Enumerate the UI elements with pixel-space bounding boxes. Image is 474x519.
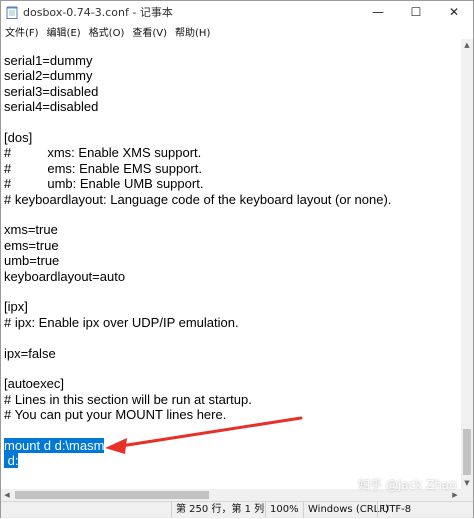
text-line: umb=true: [4, 253, 59, 268]
line-text: # ems: Enable EMS support.: [4, 160, 202, 176]
text-line: # umb: Enable UMB support.: [4, 176, 203, 191]
horizontal-scroll-thumb[interactable]: [15, 491, 209, 499]
text-line: # keyboardlayout: Language code of the k…: [4, 192, 391, 207]
menu-file[interactable]: 文件(F): [1, 24, 43, 39]
menu-help[interactable]: 帮助(H): [171, 24, 214, 39]
text-line: serial2=dummy: [4, 68, 93, 83]
text-line: keyboardlayout=auto: [4, 269, 125, 284]
line-text: serial2=dummy: [4, 68, 93, 84]
menu-view[interactable]: 查看(V): [128, 24, 171, 39]
scroll-left-icon[interactable]: ◀: [1, 489, 13, 501]
cursor-position: 第 250 行，第 1 列: [171, 502, 264, 518]
text-line: [ipx]: [4, 299, 28, 314]
maximize-icon: ☐: [410, 5, 422, 19]
menu-bar: 文件(F) 编辑(E) 格式(O) 查看(V) 帮助(H): [1, 23, 473, 39]
line-text: # You can put your MOUNT lines here.: [4, 407, 227, 423]
minimize-button[interactable]: —: [359, 1, 397, 23]
scroll-down-icon[interactable]: ▼: [461, 477, 473, 489]
close-button[interactable]: ✕: [435, 1, 473, 23]
line-text: # xms: Enable XMS support.: [4, 145, 202, 161]
vertical-scrollbar[interactable]: ▲ ▼: [461, 39, 473, 489]
line-text: ipx=false: [4, 345, 56, 361]
text-line: # Lines in this section will be run at s…: [4, 392, 252, 407]
scrollbar-corner: [461, 489, 473, 501]
text-line: serial4=disabled: [4, 99, 98, 114]
menu-format[interactable]: 格式(O): [85, 24, 129, 39]
selected-text: mount d d:\masm: [4, 438, 105, 453]
text-line: [dos]: [4, 130, 32, 145]
zoom-level: 100%: [265, 502, 299, 518]
text-line: # ipx: Enable ipx over UDP/IP emulation.: [4, 315, 239, 330]
line-text: serial1=dummy: [4, 53, 93, 68]
line-text: serial3=disabled: [4, 83, 99, 99]
line-text: # keyboardlayout: Language code of the k…: [4, 191, 392, 207]
line-text: ems=true: [4, 237, 59, 253]
notepad-icon: [5, 5, 19, 19]
line-text: # umb: Enable UMB support.: [4, 176, 204, 192]
line-text: serial4=disabled: [4, 99, 99, 115]
text-line: serial1=dummy: [4, 53, 93, 68]
encoding: UTF-8: [377, 502, 411, 518]
line-text: umb=true: [4, 253, 60, 269]
menu-edit[interactable]: 编辑(E): [43, 24, 85, 39]
text-line: [autoexec]: [4, 376, 64, 391]
line-text: # ipx: Enable ipx over UDP/IP emulation.: [4, 314, 239, 330]
notepad-window: dosbox-0.74-3.conf - 记事本 — ☐ ✕ 文件(F) 编辑(…: [0, 0, 474, 518]
title-bar[interactable]: dosbox-0.74-3.conf - 记事本 — ☐ ✕: [1, 1, 473, 23]
window-title: dosbox-0.74-3.conf - 记事本: [23, 6, 173, 19]
line-text: [dos]: [4, 130, 33, 145]
line-text: [autoexec]: [4, 376, 64, 392]
status-bar: 第 250 行，第 1 列 100% Windows (CRLF) UTF-8: [1, 501, 473, 518]
text-line: # ems: Enable EMS support.: [4, 161, 202, 176]
line-text: keyboardlayout=auto: [4, 268, 126, 284]
text-line: ipx=false: [4, 346, 56, 361]
text-line: ems=true: [4, 238, 59, 253]
line-text: xms=true: [4, 222, 58, 238]
text-line: serial3=disabled: [4, 84, 98, 99]
text-line: xms=true: [4, 222, 58, 237]
text-line: # You can put your MOUNT lines here.: [4, 407, 226, 422]
vertical-scroll-thumb[interactable]: [463, 429, 471, 475]
watermark-text: 知乎 @Jack Zhao: [358, 478, 457, 492]
line-ending: Windows (CRLF): [303, 502, 389, 518]
close-icon: ✕: [448, 5, 460, 19]
text-line: mount d d:\masm: [4, 438, 105, 453]
maximize-button[interactable]: ☐: [397, 1, 435, 23]
text-editor-area[interactable]: serial1=dummy serial2=dummy serial3=disabl…: [1, 39, 461, 489]
minimize-icon: —: [372, 5, 384, 19]
selected-text: d:: [4, 453, 19, 469]
line-text: [ipx]: [4, 299, 28, 315]
text-line: # xms: Enable XMS support.: [4, 145, 201, 160]
scroll-up-icon[interactable]: ▲: [461, 39, 473, 51]
line-text: # Lines in this section will be run at s…: [4, 391, 252, 407]
text-line: d:: [4, 453, 19, 469]
window-controls: — ☐ ✕: [359, 1, 473, 23]
